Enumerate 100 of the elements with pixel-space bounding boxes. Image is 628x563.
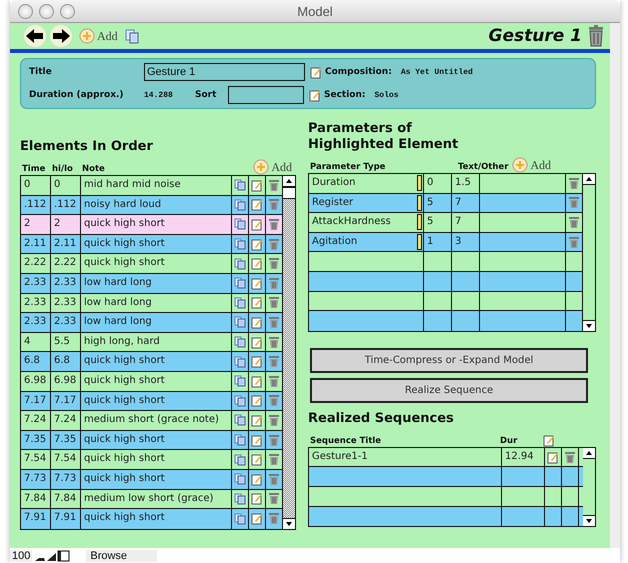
copy-icon[interactable] xyxy=(124,28,140,44)
edit-icon[interactable] xyxy=(251,257,263,270)
copy-icon[interactable] xyxy=(234,218,246,230)
edit-icon[interactable] xyxy=(543,434,555,447)
zoom-button[interactable] xyxy=(60,4,75,19)
copy-icon[interactable] xyxy=(234,198,246,211)
copy-icon[interactable] xyxy=(234,296,246,309)
copy-icon[interactable] xyxy=(234,414,246,426)
trash-icon[interactable] xyxy=(269,374,279,388)
table-row[interactable]: 7.91 7.91 quick high short xyxy=(21,509,283,529)
copy-icon[interactable] xyxy=(234,179,246,192)
close-button[interactable] xyxy=(18,4,33,19)
edit-icon[interactable] xyxy=(251,414,263,427)
trash-icon[interactable] xyxy=(269,218,279,231)
edit-icon[interactable] xyxy=(251,472,263,486)
scroll-up-icon[interactable] xyxy=(286,179,292,183)
handle-icon[interactable] xyxy=(417,175,422,191)
edit-icon[interactable] xyxy=(309,88,321,102)
edit-icon[interactable] xyxy=(251,434,263,447)
trash-icon[interactable] xyxy=(269,276,279,290)
edit-icon[interactable] xyxy=(310,66,322,78)
copy-icon[interactable] xyxy=(234,512,246,525)
copy-icon[interactable] xyxy=(234,394,246,407)
scroll-down-icon[interactable] xyxy=(586,519,592,524)
scroll-down-icon[interactable] xyxy=(586,324,592,328)
copy-icon[interactable] xyxy=(234,238,246,250)
table-row[interactable]: 4 5.5 high long, hard xyxy=(21,332,283,352)
edit-icon[interactable] xyxy=(251,336,263,349)
table-row[interactable]: 7.84 7.84 medium low short (grace) xyxy=(21,490,283,510)
action-button[interactable]: Realize Sequence xyxy=(310,378,588,403)
table-row[interactable]: 2.33 2.33 low hard long xyxy=(21,313,283,333)
edit-icon[interactable] xyxy=(251,492,263,506)
trash-icon[interactable] xyxy=(569,176,579,190)
table-row[interactable]: 7.17 7.17 quick high short xyxy=(21,392,283,412)
trash-icon[interactable] xyxy=(269,257,279,270)
add-button[interactable]: Add xyxy=(75,28,122,44)
copy-icon[interactable] xyxy=(234,356,246,368)
copy-icon[interactable] xyxy=(234,258,246,270)
action-button[interactable]: Time-Compress or -Expand Model xyxy=(310,348,588,373)
table-row[interactable]: 2.33 2.33 low hard long xyxy=(21,294,283,314)
scroll-down-icon[interactable] xyxy=(286,522,292,526)
minimize-button[interactable] xyxy=(39,4,54,19)
edit-icon[interactable] xyxy=(251,355,263,368)
sort-field[interactable] xyxy=(228,86,304,104)
copy-icon[interactable] xyxy=(234,434,246,446)
table-row[interactable]: 7.54 7.54 quick high short xyxy=(21,450,283,470)
trash-icon[interactable] xyxy=(269,296,279,310)
handle-icon[interactable] xyxy=(417,194,422,211)
trash-icon[interactable] xyxy=(269,355,279,368)
trash-icon[interactable] xyxy=(569,236,579,249)
table-row[interactable]: 7.24 7.24 medium short (grace note) xyxy=(21,411,283,431)
trash-icon[interactable] xyxy=(269,198,279,212)
trash-icon[interactable] xyxy=(269,472,279,486)
handle-icon[interactable] xyxy=(417,214,422,230)
add-button[interactable]: Add xyxy=(249,159,296,175)
title-field[interactable]: Gesture 1 xyxy=(144,63,305,81)
trash-icon[interactable] xyxy=(269,394,279,408)
table-row[interactable]: 6.98 6.98 quick high short xyxy=(21,372,283,392)
trash-icon[interactable] xyxy=(269,238,279,251)
scrollbar[interactable] xyxy=(583,174,595,331)
edit-icon[interactable] xyxy=(251,453,263,466)
copy-icon[interactable] xyxy=(234,473,246,486)
table-row[interactable]: 2.33 2.33 low hard long xyxy=(21,274,283,294)
copy-icon[interactable] xyxy=(234,316,246,328)
copy-icon[interactable] xyxy=(234,375,246,388)
table-row[interactable]: 0 0 mid hard mid noise xyxy=(21,176,283,196)
edit-icon[interactable] xyxy=(251,296,263,310)
trash-icon[interactable] xyxy=(569,196,579,210)
table-row[interactable]: 7.35 7.35 quick high short xyxy=(21,430,283,450)
table-row[interactable]: 2.11 2.11 quick high short xyxy=(21,234,283,254)
edit-icon[interactable] xyxy=(251,316,263,329)
copy-icon[interactable] xyxy=(234,277,246,290)
trash-icon[interactable] xyxy=(269,512,279,526)
copy-icon[interactable] xyxy=(234,336,246,348)
trash-icon[interactable] xyxy=(269,336,279,349)
trash-icon[interactable] xyxy=(269,316,279,329)
table-row[interactable]: .112 .112 noisy hard loud xyxy=(21,196,283,216)
edit-icon[interactable] xyxy=(251,238,263,251)
table-row[interactable]: 6.8 6.8 quick high short xyxy=(21,352,283,372)
copy-icon[interactable] xyxy=(234,454,246,466)
table-row[interactable]: 7.73 7.73 quick high short xyxy=(21,470,283,490)
edit-icon[interactable] xyxy=(547,450,559,464)
trash-icon[interactable] xyxy=(569,216,579,229)
trash-icon[interactable] xyxy=(269,434,279,447)
edit-icon[interactable] xyxy=(251,198,263,212)
trash-icon[interactable] xyxy=(269,178,279,192)
edit-icon[interactable] xyxy=(251,394,263,408)
edit-icon[interactable] xyxy=(251,374,263,388)
table-row[interactable]: 2.22 2.22 quick high short xyxy=(21,254,283,274)
handle-icon[interactable] xyxy=(417,234,422,250)
table-row[interactable]: 2 2 quick high short xyxy=(21,215,283,235)
edit-icon[interactable] xyxy=(251,276,263,290)
trash-icon[interactable] xyxy=(269,414,279,427)
trash-icon[interactable] xyxy=(588,25,604,47)
zoom-level[interactable]: 100 xyxy=(10,550,32,562)
scroll-up-icon[interactable] xyxy=(586,177,592,181)
trash-icon[interactable] xyxy=(269,453,279,466)
edit-icon[interactable] xyxy=(251,218,263,231)
trash-icon[interactable] xyxy=(269,492,279,506)
trash-icon[interactable] xyxy=(565,450,575,464)
